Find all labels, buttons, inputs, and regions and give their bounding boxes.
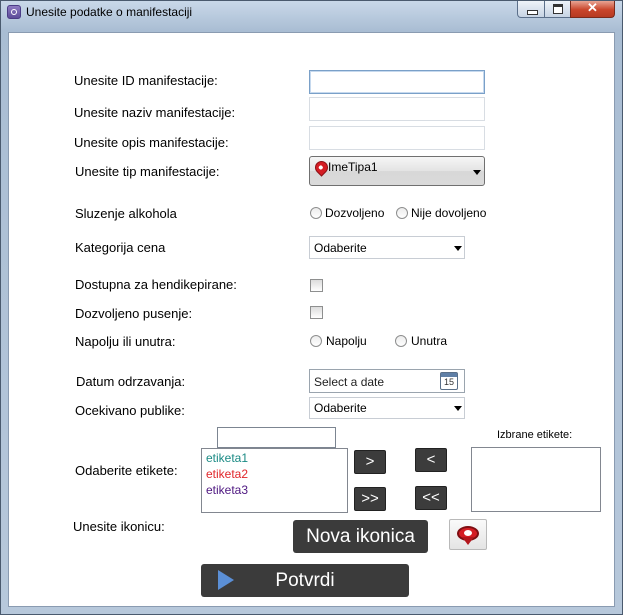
chevron-down-icon <box>454 246 462 251</box>
list-item[interactable]: etiketa2 <box>206 467 248 481</box>
remove-etiketa-button[interactable]: < <box>415 448 447 472</box>
cena-combobox[interactable]: Odaberite <box>309 236 465 259</box>
naziv-input[interactable] <box>309 97 485 121</box>
publika-combobox[interactable]: Odaberite <box>309 397 465 419</box>
alkohol-label: Sluzenje alkohola <box>75 206 177 221</box>
radio-unutra[interactable] <box>395 335 407 347</box>
list-item[interactable]: etiketa3 <box>206 483 248 497</box>
pusenje-checkbox[interactable] <box>310 306 323 319</box>
minimize-button[interactable] <box>517 1 545 18</box>
calendar-icon[interactable]: 15 <box>440 372 458 390</box>
map-pin-icon <box>457 526 479 545</box>
publika-label: Ocekivano publike: <box>75 403 185 418</box>
etiketa-name: etiketa3 <box>206 483 249 497</box>
potvrdi-button[interactable]: Potvrdi <box>201 564 409 597</box>
close-button[interactable]: ✕ <box>570 0 615 18</box>
id-input[interactable] <box>309 70 485 94</box>
list-item[interactable]: etiketa1 <box>206 451 248 465</box>
radio-napolju-label: Napolju <box>326 334 367 348</box>
izbrane-etikete-listbox[interactable] <box>471 447 601 512</box>
tip-selected: ImeTipa1 <box>328 160 378 174</box>
radio-dozvoljeno[interactable] <box>310 207 322 219</box>
date-picker[interactable]: Select a date 15 <box>309 369 465 393</box>
ikonica-preview <box>449 519 487 550</box>
radio-napolju[interactable] <box>310 335 322 347</box>
cena-label: Kategorija cena <box>75 240 166 255</box>
opis-input[interactable] <box>309 126 485 150</box>
etiketa-name: etiketa1 <box>206 451 249 465</box>
hendikep-checkbox[interactable] <box>310 279 323 292</box>
etikete-listbox[interactable]: etiketa1 etiketa2 etiketa3 <box>201 448 348 513</box>
id-label: Unesite ID manifestacije: <box>74 73 218 88</box>
window-title: Unesite podatke o manifestaciji <box>26 5 193 19</box>
pusenje-label: Dozvoljeno pusenje: <box>75 306 193 321</box>
tip-label: Unesite tip manifestacije: <box>75 164 220 179</box>
radio-unutra-label: Unutra <box>411 334 448 348</box>
maximize-button[interactable] <box>544 1 571 18</box>
radio-nije-dozvoljeno-label: Nije dovoljeno <box>411 206 487 220</box>
chevron-down-icon <box>454 406 462 411</box>
nova-ikonica-button[interactable]: Nova ikonica <box>293 520 428 553</box>
calendar-day: 15 <box>443 377 454 387</box>
etikete-label: Odaberite etikete: <box>75 463 178 478</box>
potvrdi-label: Potvrdi <box>275 570 335 591</box>
title-bar[interactable]: Unesite podatke o manifestaciji ✕ <box>1 0 622 25</box>
add-all-etikete-button[interactable]: >> <box>354 487 386 511</box>
etikete-filter-input[interactable] <box>217 427 336 448</box>
izbrane-label: Izbrane etikete: <box>497 429 573 441</box>
add-etiketa-button[interactable]: > <box>354 450 386 474</box>
tip-combobox[interactable]: ImeTipa1 <box>309 156 485 186</box>
ikonica-label: Unesite ikonicu: <box>73 519 165 534</box>
publika-selected: Odaberite <box>314 401 367 415</box>
napolju-label: Napolju ili unutra: <box>75 334 176 349</box>
hendikep-label: Dostupna za hendikepirane: <box>75 277 237 292</box>
datum-label: Datum odrzavanja: <box>76 374 186 389</box>
radio-nije-dozvoljeno[interactable] <box>396 207 408 219</box>
radio-dozvoljeno-label: Dozvoljeno <box>325 206 385 220</box>
app-icon <box>7 5 21 19</box>
chevron-down-icon <box>473 170 481 175</box>
naziv-label: Unesite naziv manifestacije: <box>74 105 236 120</box>
close-icon: ✕ <box>587 0 598 15</box>
opis-label: Unesite opis manifestacije: <box>74 135 229 150</box>
date-placeholder: Select a date <box>314 375 385 389</box>
etiketa-name: etiketa2 <box>206 467 249 481</box>
cena-selected: Odaberite <box>314 241 367 255</box>
remove-all-etikete-button[interactable]: << <box>415 486 447 510</box>
